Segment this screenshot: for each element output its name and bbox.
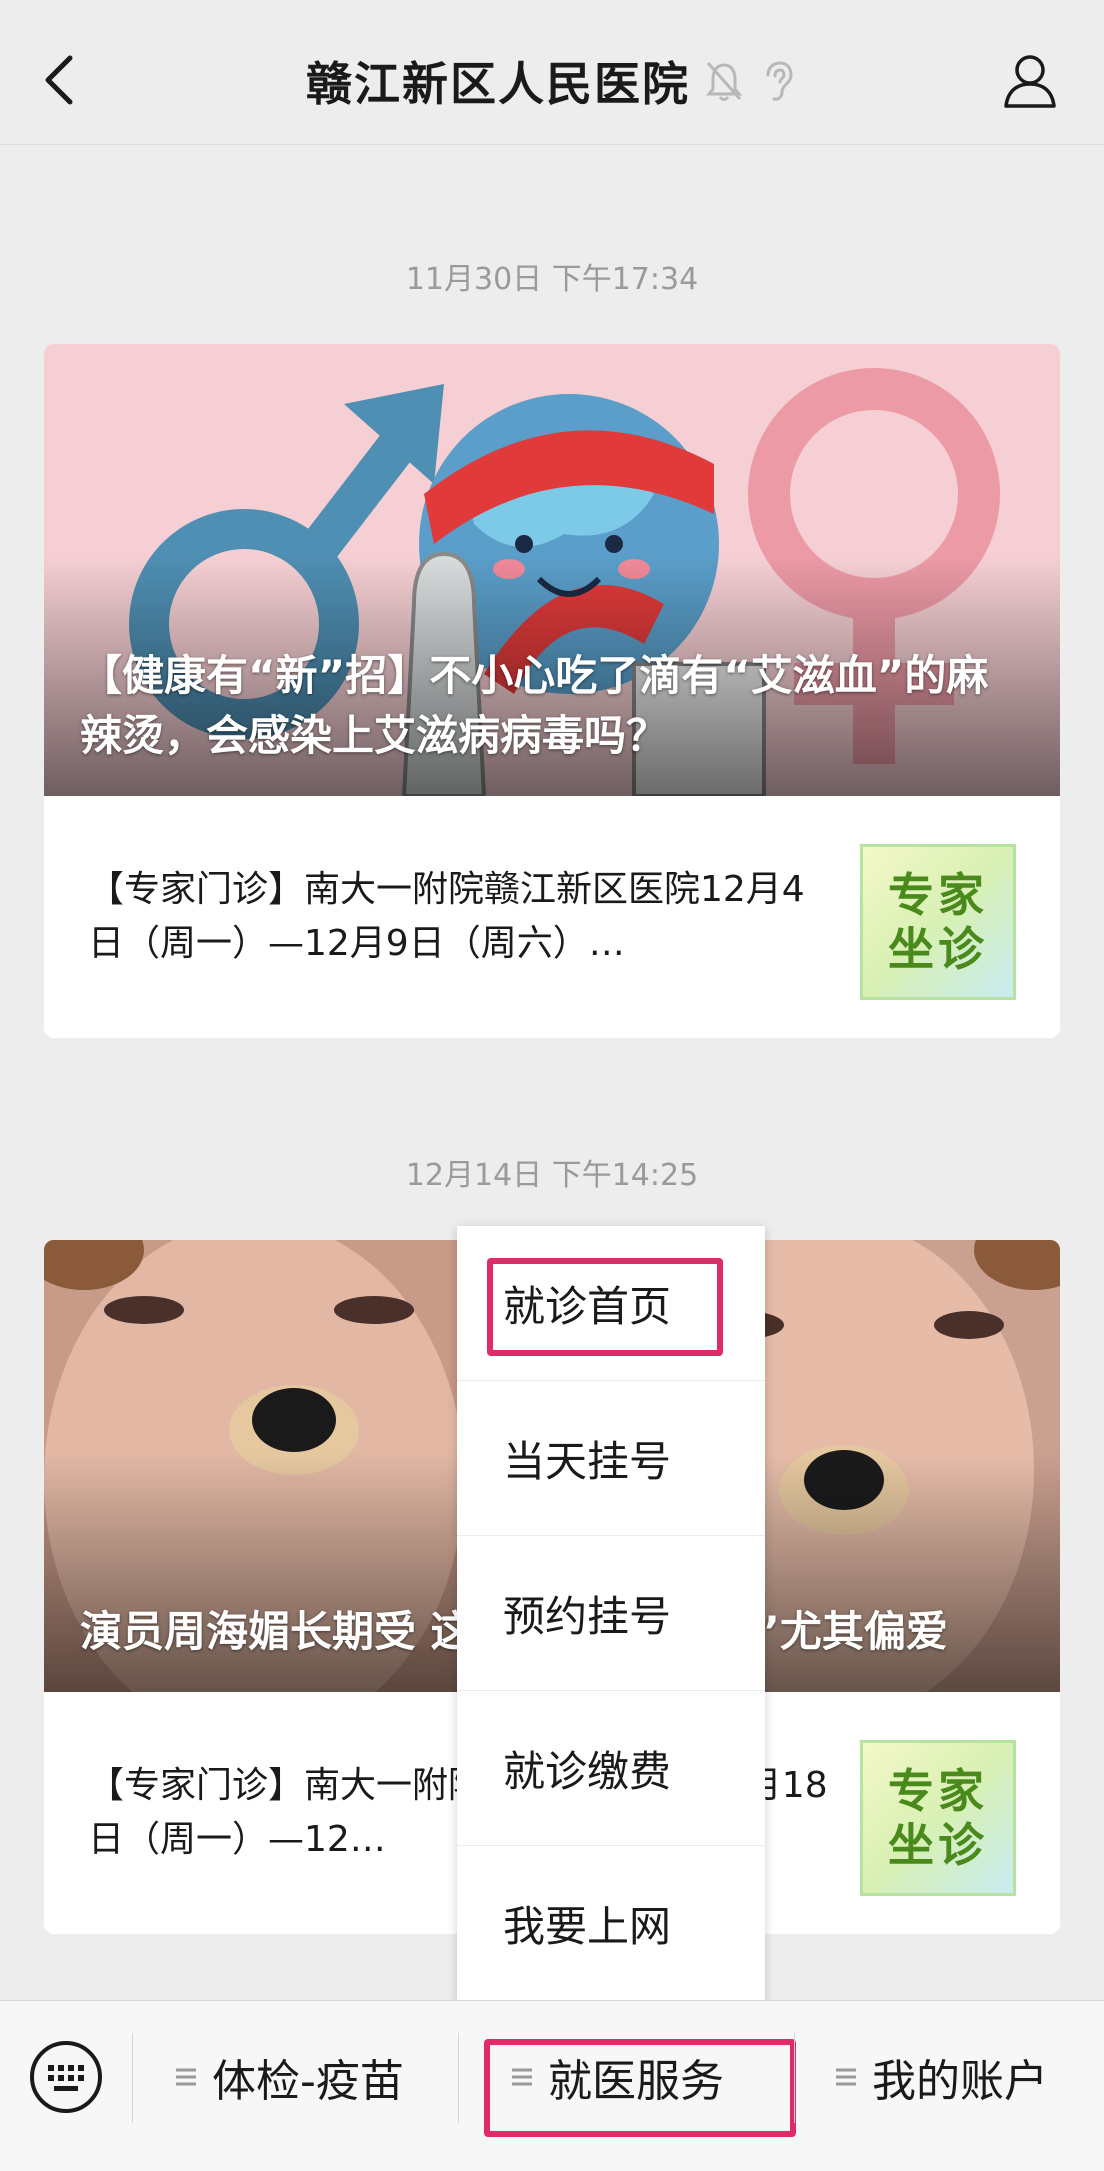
menu-item-appointment-registration[interactable]: 预约挂号 [457, 1536, 765, 1691]
highlight-box [484, 2039, 796, 2137]
chat-header: 赣江新区人民医院 [0, 0, 1104, 145]
divider [794, 2033, 795, 2123]
article-card: 【健康有“新”招】不小心吃了滴有“艾滋血”的麻辣烫，会感染上艾滋病病毒吗？ 【专… [44, 344, 1060, 1038]
ear-icon [766, 61, 793, 101]
service-submenu: 就诊首页 当天挂号 预约挂号 就诊缴费 我要上网 [457, 1226, 765, 2002]
mute-bell-icon [705, 62, 743, 101]
article-cover[interactable]: 【健康有“新”招】不小心吃了滴有“艾滋血”的麻辣烫，会感染上艾滋病病毒吗？ [44, 344, 1060, 796]
message-timestamp: 11月30日 下午17:34 [405, 262, 699, 297]
chat-title-area: 赣江新区人民医院 [0, 48, 1104, 114]
highlight-box [487, 1258, 723, 1356]
divider [458, 2033, 459, 2123]
expert-clinic-thumbnail: 专家 坐诊 [860, 1740, 1016, 1896]
keyboard-icon[interactable] [28, 2039, 104, 2115]
article-title: 【健康有“新”招】不小心吃了滴有“艾滋血”的麻辣烫，会感染上艾滋病病毒吗？ [80, 651, 989, 760]
profile-icon[interactable] [1000, 50, 1060, 110]
article-summary: 【专家门诊】南大一附院赣江新区医院12月4日（周一）—12月9日（周六）… [88, 869, 805, 964]
menu-item-visit-home[interactable]: 就诊首页 [457, 1226, 765, 1381]
menu-lines-icon [176, 2068, 196, 2086]
message-timestamp: 12月14日 下午14:25 [405, 1158, 699, 1193]
tab-my-account[interactable]: 我的账户 [834, 2035, 1048, 2119]
menu-item-same-day-registration[interactable]: 当天挂号 [457, 1381, 765, 1536]
bottom-menu-bar: 体检-疫苗 就医服务 我的账户 [0, 2000, 1104, 2171]
article-list-item[interactable]: 【专家门诊】南大一附院赣江新区医院12月4日（周一）—12月9日（周六）… 专家… [44, 796, 1060, 1038]
menu-item-visit-payment[interactable]: 就诊缴费 [457, 1691, 765, 1846]
divider [132, 2033, 133, 2123]
page-title: 赣江新区人民医院 [306, 57, 690, 111]
expert-clinic-thumbnail: 专家 坐诊 [860, 844, 1016, 1000]
menu-lines-icon [836, 2068, 856, 2086]
tab-checkup-vaccine[interactable]: 体检-疫苗 [174, 2035, 404, 2119]
menu-item-internet[interactable]: 我要上网 [457, 1846, 765, 2001]
